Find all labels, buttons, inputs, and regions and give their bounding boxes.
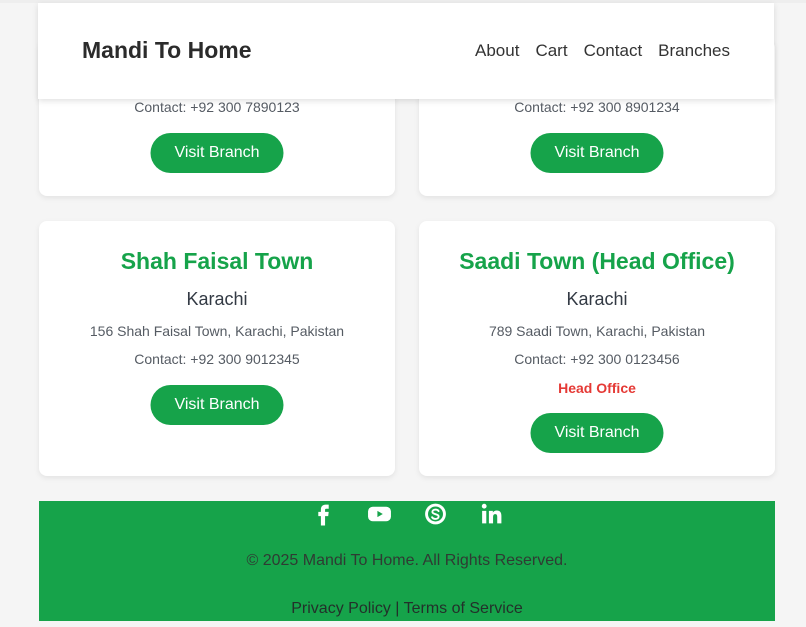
branch-card-saadi-town: Saadi Town (Head Office) Karachi 789 Saa… — [419, 221, 775, 476]
branch-address: 789 Saadi Town, Karachi, Pakistan — [488, 323, 706, 339]
visit-branch-button[interactable]: Visit Branch — [530, 413, 664, 453]
terms-of-service-link[interactable]: Terms of Service — [404, 600, 523, 617]
visit-branch-button[interactable]: Visit Branch — [150, 133, 284, 173]
nav-about[interactable]: About — [475, 41, 519, 61]
branch-contact: Contact: +92 300 0123456 — [514, 351, 680, 367]
nav-contact[interactable]: Contact — [584, 41, 643, 61]
head-office-badge: Head Office — [558, 380, 636, 396]
visit-branch-button[interactable]: Visit Branch — [530, 133, 664, 173]
youtube-icon[interactable] — [367, 501, 392, 527]
page: Contact: +92 300 7890123 Visit Branch Co… — [0, 0, 806, 627]
main-nav: About Cart Contact Branches — [475, 41, 730, 61]
nav-branches[interactable]: Branches — [658, 41, 730, 61]
branch-city: Karachi — [566, 289, 628, 309]
footer: © 2025 Mandi To Home. All Rights Reserve… — [39, 501, 775, 621]
branch-city: Karachi — [186, 289, 248, 309]
facebook-icon[interactable] — [311, 501, 336, 527]
copyright-text: © 2025 Mandi To Home. All Rights Reserve… — [246, 552, 568, 569]
branch-name: Saadi Town (Head Office) — [459, 248, 735, 274]
social-links — [39, 501, 775, 527]
linkedin-icon[interactable] — [479, 501, 504, 527]
legal-links: Privacy Policy | Terms of Service — [39, 600, 775, 618]
brand-logo[interactable]: Mandi To Home — [82, 37, 252, 64]
branch-address: 156 Shah Faisal Town, Karachi, Pakistan — [89, 323, 345, 339]
legal-separator: | — [395, 600, 404, 617]
branch-contact: Contact: +92 300 8901234 — [514, 99, 680, 115]
branch-contact: Contact: +92 300 9012345 — [134, 351, 300, 367]
privacy-policy-link[interactable]: Privacy Policy — [291, 600, 391, 617]
branch-card-shah-faisal-town: Shah Faisal Town Karachi 156 Shah Faisal… — [39, 221, 395, 476]
navbar: Mandi To Home About Cart Contact Branche… — [38, 3, 774, 99]
nav-cart[interactable]: Cart — [535, 41, 567, 61]
skype-icon[interactable] — [423, 501, 448, 527]
visit-branch-button[interactable]: Visit Branch — [150, 385, 284, 425]
branch-contact: Contact: +92 300 7890123 — [134, 99, 300, 115]
branch-name: Shah Faisal Town — [120, 248, 314, 274]
